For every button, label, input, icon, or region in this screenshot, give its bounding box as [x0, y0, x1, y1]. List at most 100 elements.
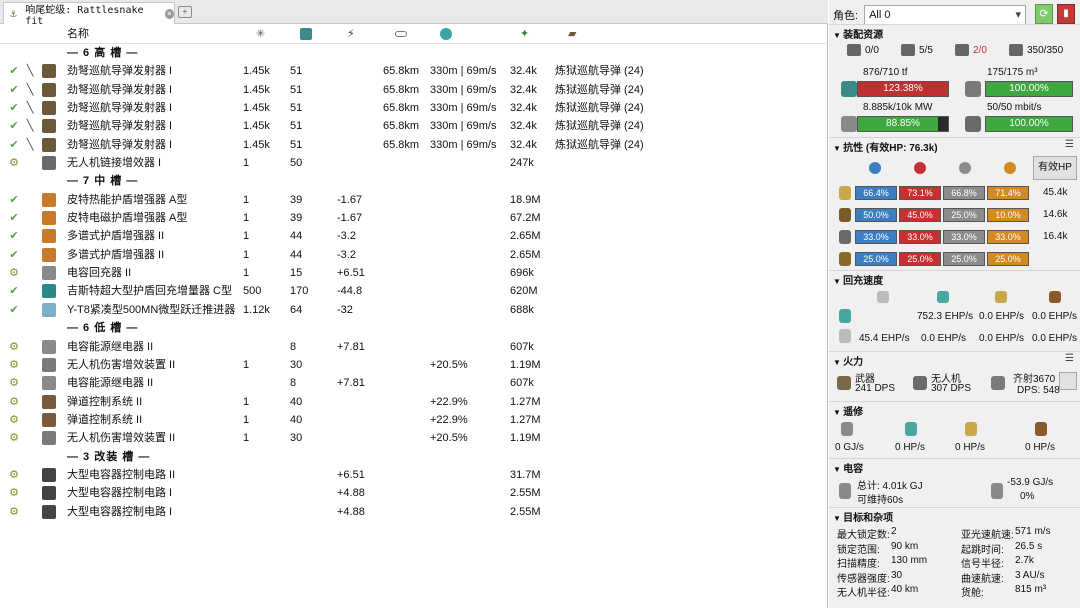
module-row[interactable]: ✔ ╲ 劲弩巡航导弹发射器 I 1.45k 51 65.8km 330m | 69m/s 32… [0, 62, 828, 80]
module-state-toggle[interactable]: ⚙ [8, 503, 20, 521]
damage-column-icon[interactable]: ✦ [520, 28, 532, 40]
refresh-icon[interactable]: ⟳ [1035, 4, 1053, 24]
resist-title[interactable]: 抗性 (有效HP: 76.3k) [833, 139, 937, 154]
module-value: 32.4k [510, 102, 537, 115]
module-value: 607k [510, 340, 534, 353]
powergrid-column-icon[interactable] [300, 28, 312, 40]
resist-menu-icon[interactable]: ☰ [1065, 139, 1074, 150]
missile-module-icon [42, 119, 56, 134]
module-value: 696k [510, 267, 534, 280]
module-state-toggle[interactable]: ⚙ [8, 154, 20, 172]
module-state-toggle[interactable]: ✔ [8, 227, 20, 245]
falloff-column-icon[interactable] [440, 28, 452, 40]
module-charge-indicator: ╲ [26, 120, 34, 133]
module-state-toggle[interactable]: ⚙ [8, 466, 20, 484]
module-row[interactable]: ✔ 皮特电磁护盾增强器 A型 1 39 -1.67 67.2M [0, 209, 828, 227]
module-capacitor: +6.51 [337, 468, 365, 481]
module-state-toggle[interactable]: ✔ [8, 81, 20, 99]
module-value: 67.2M [510, 212, 541, 225]
module-state-toggle[interactable]: ✔ [8, 191, 20, 209]
module-name: 皮特热能护盾增强器 A型 [67, 193, 188, 206]
recharge-title[interactable]: 回充速度 [833, 272, 883, 287]
ehp-toggle-button[interactable]: 有效HP [1033, 156, 1077, 180]
powergrid-bar-label: 88.85% [886, 118, 920, 129]
hull-hp-icon [839, 230, 851, 244]
close-tab-icon[interactable]: × [164, 8, 175, 19]
module-state-toggle[interactable]: ✔ [8, 282, 20, 300]
resources-title[interactable]: 装配资源 [833, 26, 883, 41]
module-state-toggle[interactable]: ✔ [8, 62, 20, 80]
capacitor-percent: 0% [1020, 491, 1035, 502]
module-row[interactable]: ✔ Y-T8紧凑型500MN微型跃迁推进器 1.12k 64 -32 688k [0, 301, 828, 319]
module-row[interactable]: ⚙ 大型电容器控制电路 II +6.51 31.7M [0, 466, 828, 484]
module-falloff: +22.9% [430, 395, 468, 408]
fit-tab[interactable]: ⚓ 响尾蛇级: Rattlesnake fit × [3, 2, 175, 27]
name-column-header[interactable]: 名称 [67, 24, 89, 44]
capacitor-section: 电容 总计: 4.01k GJ 可维持60s -53.9 GJ/s 0% [829, 458, 1080, 507]
module-row[interactable]: ✔ ╲ 劲弩巡航导弹发射器 I 1.45k 51 65.8km 330m | 69m/s 32… [0, 81, 828, 99]
module-state-toggle[interactable]: ⚙ [8, 374, 20, 392]
module-value: 32.4k [510, 83, 537, 96]
module-row[interactable]: ⚙ 电容能源继电器 II 8 +7.81 607k [0, 338, 828, 356]
module-state-toggle[interactable]: ✔ [8, 209, 20, 227]
module-state-toggle[interactable]: ⚙ [8, 484, 20, 502]
module-state-toggle[interactable]: ✔ [8, 136, 20, 154]
dronedmg-module-icon [42, 357, 56, 372]
new-tab-icon[interactable]: + [178, 6, 192, 18]
shield-module-icon [42, 211, 56, 226]
remote-repair-title[interactable]: 遥修 [833, 403, 863, 418]
charge-column-icon[interactable]: ▰ [568, 28, 580, 40]
module-state-toggle[interactable]: ⚙ [8, 429, 20, 447]
capacitor-title[interactable]: 电容 [833, 460, 863, 475]
table-header: 名称 ✳ ⚡ ✦ ▰ [0, 24, 828, 44]
module-charge-indicator: ╲ [26, 102, 34, 115]
module-value: 1.27M [510, 395, 541, 408]
module-row[interactable]: ✔ 多谱式护盾增强器 II 1 44 -3.2 2.65M [0, 227, 828, 245]
targeting-title[interactable]: 目标和杂项 [833, 509, 893, 524]
ki-resist-value: 25.0% [943, 252, 985, 266]
module-state-toggle[interactable]: ⚙ [8, 264, 20, 282]
module-name: 大型电容器控制电路 I [67, 505, 173, 518]
firepower-section: 火力 ☰ 武器 241 DPS 无人机 307 DPS 齐射3670 DPS: … [829, 351, 1080, 401]
cpu-column-icon[interactable]: ✳ [256, 28, 268, 40]
thermal-resist-icon [914, 162, 926, 174]
module-state-toggle[interactable]: ✔ [8, 117, 20, 135]
module-row[interactable]: ✔ 吉斯特超大型护盾回充增量器 C型 500 170 -44.8 620M [0, 282, 828, 300]
module-row[interactable]: ✔ ╲ 劲弩巡航导弹发射器 I 1.45k 51 65.8km 330m | 69m/s 32… [0, 117, 828, 135]
module-row[interactable]: ⚙ 大型电容器控制电路 I +4.88 2.55M [0, 484, 828, 502]
th-resist-value: 33.0% [899, 230, 941, 244]
module-row[interactable]: ⚙ 电容能源继电器 II 8 +7.81 607k [0, 374, 828, 392]
module-state-toggle[interactable]: ⚙ [8, 356, 20, 374]
target-stat-value: 571 m/s [1015, 526, 1051, 537]
module-row[interactable]: ⚙ 弹道控制系统 II 1 40 +22.9% 1.27M [0, 393, 828, 411]
module-row[interactable]: ⚙ 无人机伤害增效装置 II 1 30 +20.5% 1.19M [0, 356, 828, 374]
module-state-toggle[interactable]: ⚙ [8, 393, 20, 411]
book-icon[interactable]: ▮ [1057, 4, 1075, 24]
optimal-range-column-icon[interactable] [395, 31, 407, 37]
module-powergrid: 51 [290, 138, 303, 151]
firepower-title[interactable]: 火力 [833, 353, 863, 368]
module-row[interactable]: ✔ ╲ 劲弩巡航导弹发射器 I 1.45k 51 65.8km 330m | 69m/s 32… [0, 99, 828, 117]
module-row[interactable]: ⚙ 大型电容器控制电路 I +4.88 2.55M [0, 503, 828, 521]
turret-slots: 0/0 [847, 44, 879, 56]
missile-module-icon [42, 137, 56, 152]
module-row[interactable]: ✔ ╲ 劲弩巡航导弹发射器 I 1.45k 51 65.8km 330m | 69m/s 32… [0, 136, 828, 154]
module-row[interactable]: ⚙ 弹道控制系统 II 1 40 +22.9% 1.27M [0, 411, 828, 429]
module-state-toggle[interactable]: ✔ [8, 246, 20, 264]
module-state-toggle[interactable]: ✔ [8, 301, 20, 319]
firepower-menu-icon[interactable]: ☰ [1065, 353, 1074, 364]
ammo-select-button[interactable] [1059, 372, 1077, 390]
capacitor-column-icon[interactable]: ⚡ [347, 28, 359, 40]
module-row[interactable]: ⚙ 电容回充器 II 1 15 +6.51 696k [0, 264, 828, 282]
module-row[interactable]: ⚙ 无人机链接增效器 I 1 50 247k [0, 154, 828, 172]
module-state-toggle[interactable]: ⚙ [8, 411, 20, 429]
module-rows: — 6 高 槽 — ✔ ╲ 劲弩巡航导弹发射器 I 1.45k 51 65.8km 330m … [0, 44, 828, 521]
module-row[interactable]: ⚙ 无人机伤害增效装置 II 1 30 +20.5% 1.19M [0, 429, 828, 447]
module-state-toggle[interactable]: ⚙ [8, 338, 20, 356]
slot-section-header: — 6 低 槽 — [0, 319, 828, 337]
module-row[interactable]: ✔ 多谱式护盾增强器 II 1 44 -3.2 2.65M [0, 246, 828, 264]
role-dropdown[interactable]: All 0 [864, 5, 1027, 25]
module-state-toggle[interactable]: ✔ [8, 99, 20, 117]
module-row[interactable]: ✔ 皮特热能护盾增强器 A型 1 39 -1.67 18.9M [0, 191, 828, 209]
module-powergrid: 44 [290, 230, 303, 243]
